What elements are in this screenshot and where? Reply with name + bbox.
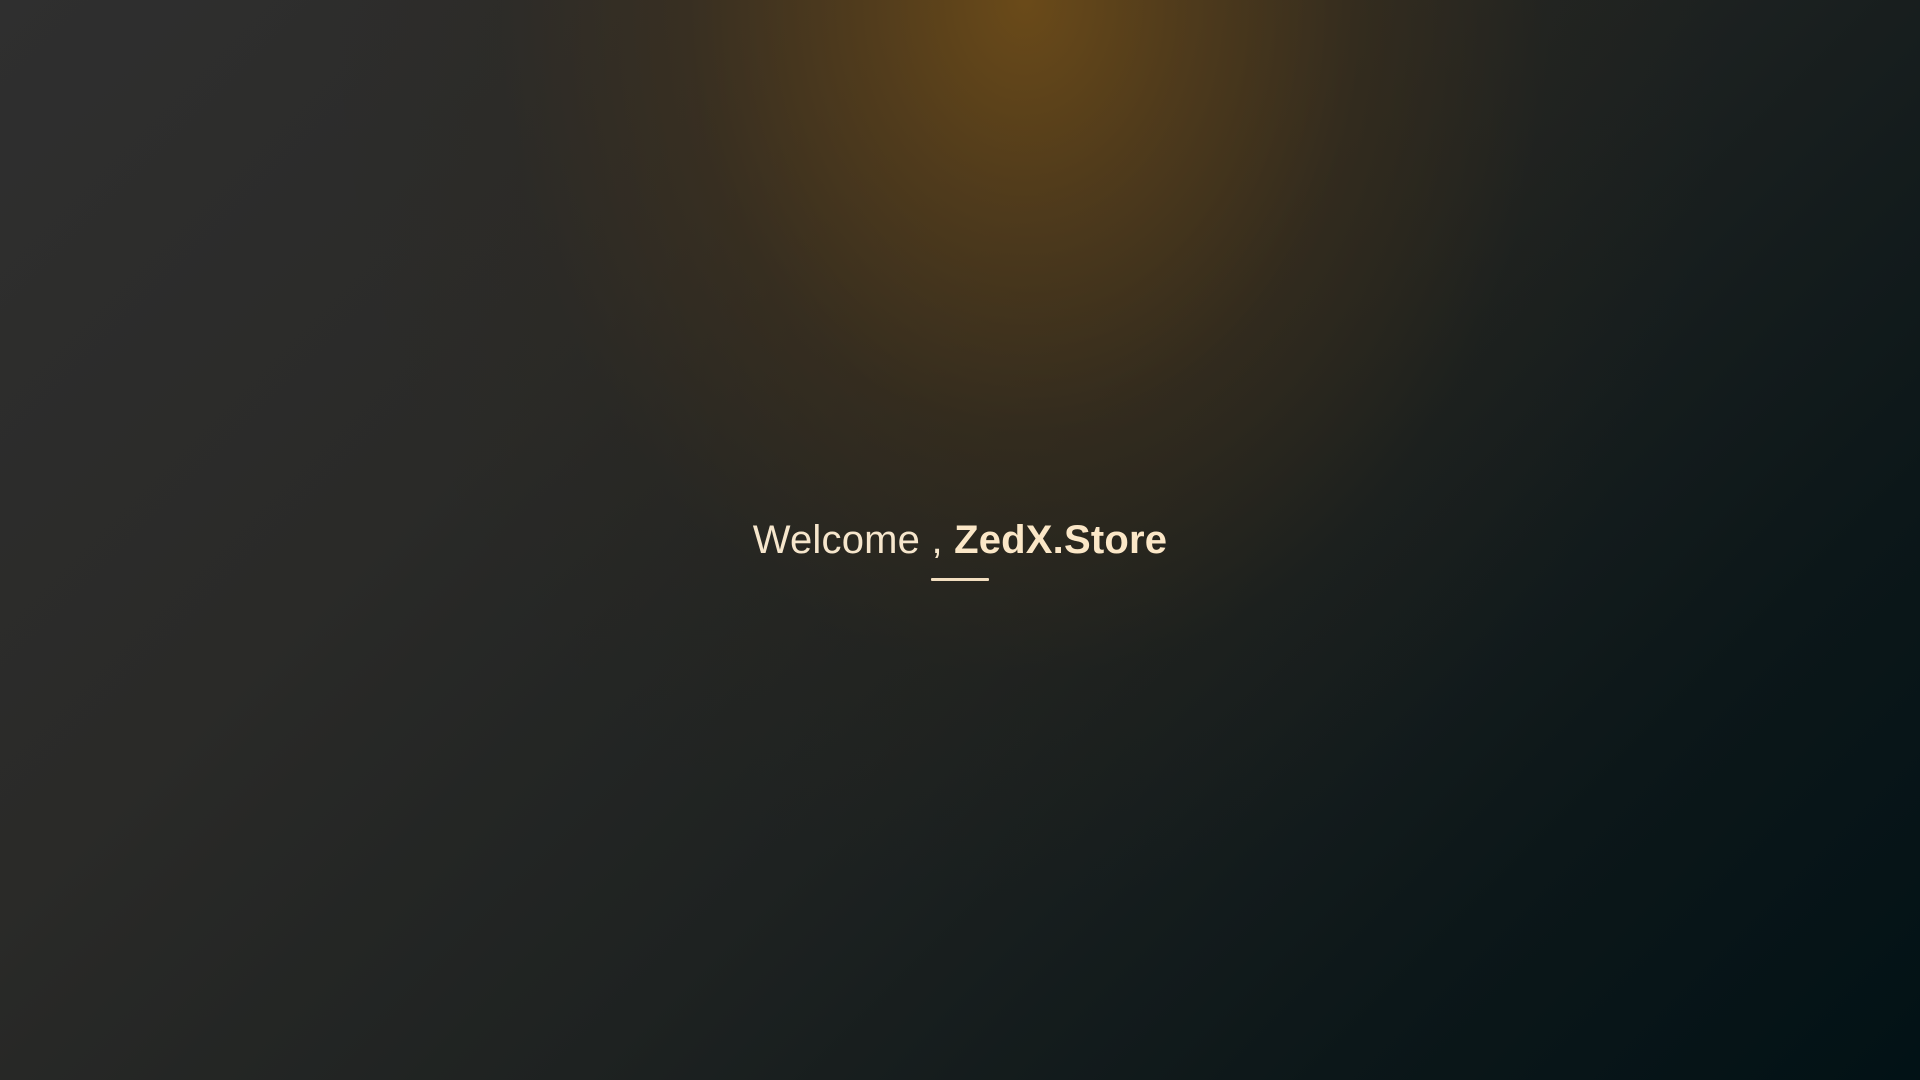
welcome-greeting: Welcome , (752, 518, 955, 562)
brand-name: ZedX.Store (954, 518, 1168, 562)
welcome-screen: { "welcome": { "greeting": "Welcome , ",… (0, 0, 1920, 1080)
welcome-message: Welcome , ZedX.Store (0, 515, 1920, 565)
welcome-underline-divider (931, 578, 989, 581)
